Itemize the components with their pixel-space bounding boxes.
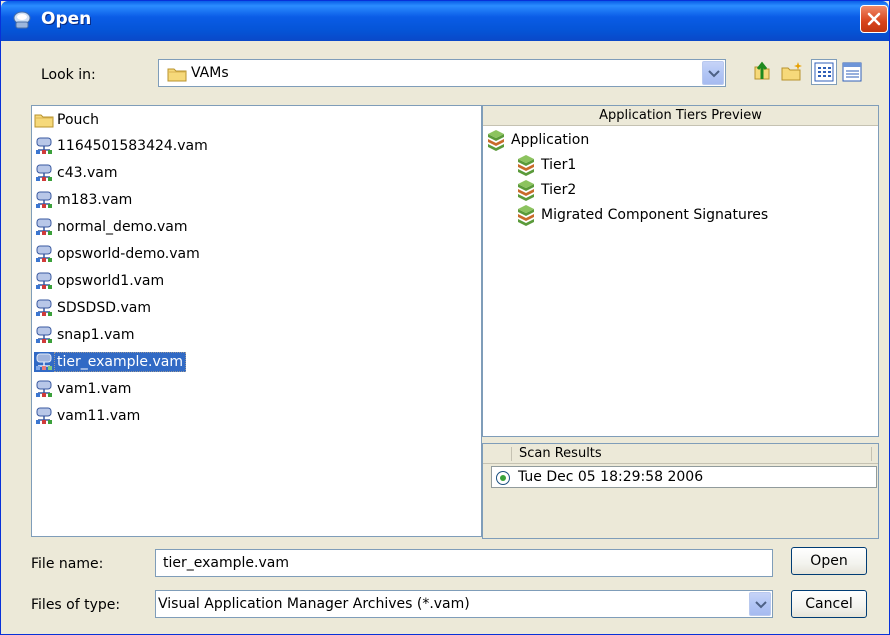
vam-file-icon: [36, 299, 52, 316]
list-item[interactable]: vam1.vam: [34, 377, 135, 401]
list-item[interactable]: normal_demo.vam: [34, 215, 191, 239]
scan-results-title: Scan Results: [519, 446, 602, 461]
radio-selected-icon[interactable]: [495, 470, 511, 486]
tiers-preview-pane: Application Tiers Preview Application Ti…: [482, 105, 879, 437]
files-of-type-label: Files of type:: [31, 597, 121, 613]
file-name: tier_example.vam: [54, 352, 186, 372]
tree-node-tier2[interactable]: Tier2: [515, 178, 576, 202]
file-name-label: File name:: [31, 556, 104, 572]
details-view-button[interactable]: [839, 59, 865, 85]
file-name-field[interactable]: tier_example.vam: [155, 549, 773, 577]
look-in-value: VAMs: [191, 65, 229, 81]
file-name: m183.vam: [57, 192, 133, 208]
list-item[interactable]: SDSDSD.vam: [34, 296, 155, 320]
close-button[interactable]: [860, 5, 888, 33]
tree-node-application[interactable]: Application: [485, 128, 589, 152]
create-new-folder-icon: [781, 62, 802, 81]
file-name: SDSDSD.vam: [57, 300, 151, 316]
list-item[interactable]: snap1.vam: [34, 323, 139, 347]
open-button[interactable]: Open: [791, 547, 867, 575]
list-item[interactable]: c43.vam: [34, 161, 121, 185]
create-new-folder-button[interactable]: [779, 59, 805, 85]
file-name: vam1.vam: [57, 381, 132, 397]
scan-result-row[interactable]: Tue Dec 05 18:29:58 2006: [491, 466, 877, 488]
file-list[interactable]: Pouch 1164501583424.vam c43.vam m183.vam…: [31, 105, 482, 537]
close-icon: [867, 12, 881, 26]
details-view-icon: [842, 62, 862, 82]
files-of-type-dropdown-button[interactable]: [749, 592, 771, 616]
list-view-button[interactable]: [811, 59, 837, 85]
files-of-type-combo[interactable]: Visual Application Manager Archives (*.v…: [155, 590, 773, 618]
files-of-type-value: Visual Application Manager Archives (*.v…: [158, 596, 470, 612]
stack-icon: [488, 130, 504, 151]
file-name: 1164501583424.vam: [57, 138, 208, 154]
app-icon: [11, 9, 33, 31]
list-item[interactable]: opsworld-demo.vam: [34, 242, 204, 266]
list-item[interactable]: vam11.vam: [34, 404, 144, 428]
look-in-combo[interactable]: VAMs: [158, 59, 726, 87]
list-item[interactable]: opsworld1.vam: [34, 269, 168, 293]
tree-node-label: Tier2: [541, 182, 577, 198]
tree-node-migrated-signatures[interactable]: Migrated Component Signatures: [515, 203, 768, 227]
vam-file-icon: [36, 218, 52, 235]
file-name: vam11.vam: [57, 408, 141, 424]
file-name: c43.vam: [57, 165, 118, 181]
vam-file-icon: [36, 164, 52, 181]
tree-node-label: Tier1: [541, 157, 577, 173]
list-item[interactable]: 1164501583424.vam: [34, 134, 212, 158]
look-in-label: Look in:: [41, 67, 96, 83]
window-title: Open: [41, 9, 92, 29]
list-item[interactable]: m183.vam: [34, 188, 136, 212]
cancel-button[interactable]: Cancel: [791, 590, 867, 618]
vam-file-icon: [34, 352, 54, 372]
scan-results-pane: Scan Results Tue Dec 05 18:29:58 2006: [482, 443, 879, 539]
up-one-level-button[interactable]: [749, 59, 775, 85]
folder-icon: [34, 114, 54, 128]
up-one-level-icon: [754, 61, 770, 80]
open-dialog: Open Look in: VAMs Pouch 1164501583424.v…: [0, 0, 890, 635]
file-name: opsworld1.vam: [57, 273, 165, 289]
preview-header: Application Tiers Preview: [483, 106, 878, 126]
file-name: snap1.vam: [57, 327, 135, 343]
vam-file-icon: [36, 245, 52, 262]
stack-icon: [518, 155, 534, 176]
vam-file-icon: [36, 326, 52, 343]
folder-icon: [167, 68, 187, 82]
vam-file-icon: [36, 137, 52, 154]
list-item-selected[interactable]: tier_example.vam: [34, 350, 190, 374]
stack-icon: [518, 205, 534, 226]
tree-node-label: Migrated Component Signatures: [541, 207, 769, 223]
chevron-down-icon: [755, 601, 767, 609]
file-name: opsworld-demo.vam: [57, 246, 200, 262]
vam-file-icon: [36, 272, 52, 289]
scan-result-timestamp: Tue Dec 05 18:29:58 2006: [518, 469, 704, 485]
file-name: normal_demo.vam: [57, 219, 188, 235]
list-view-icon: [814, 62, 834, 82]
title-bar[interactable]: Open: [1, 1, 889, 41]
vam-file-icon: [36, 191, 52, 208]
list-item-folder[interactable]: Pouch: [34, 108, 103, 132]
chevron-down-icon: [708, 70, 720, 78]
tree-node-label: Application: [511, 132, 590, 148]
vam-file-icon: [36, 407, 52, 424]
look-in-dropdown-button[interactable]: [702, 61, 724, 85]
vam-file-icon: [36, 380, 52, 397]
scan-results-header: Scan Results: [483, 444, 878, 464]
tree-node-tier1[interactable]: Tier1: [515, 153, 576, 177]
file-name: Pouch: [57, 112, 99, 128]
stack-icon: [518, 180, 534, 201]
